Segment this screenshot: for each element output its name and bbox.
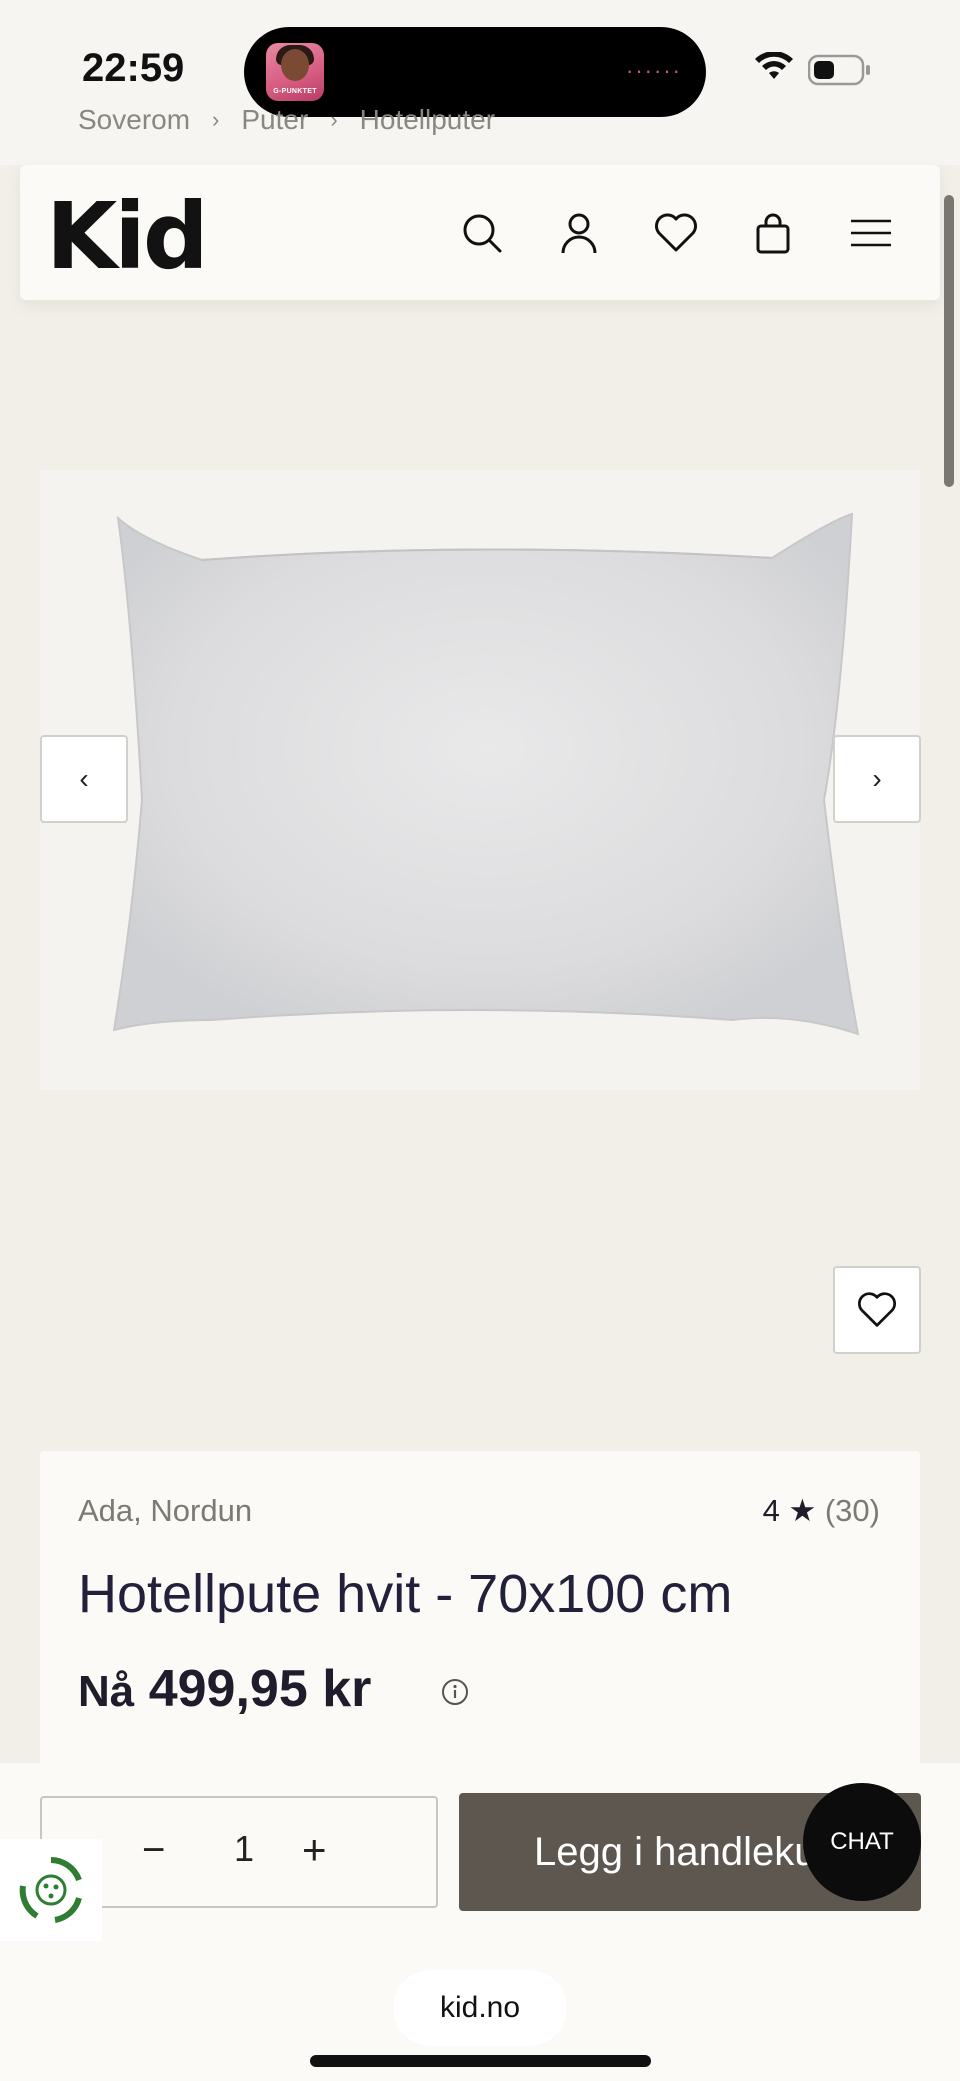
account-icon[interactable] (553, 207, 605, 259)
product-image[interactable] (72, 500, 872, 1060)
status-bar: 22:59 G-PUNKTET ······ Soverom › Puter ›… (0, 0, 960, 165)
price-prefix: Nå (78, 1667, 135, 1716)
battery-icon (808, 54, 870, 86)
wishlist-icon[interactable] (650, 207, 702, 259)
product-info-card: Ada, Nordun 4 ★ (30) Hotellpute hvit - 7… (40, 1451, 920, 1771)
product-rating[interactable]: 4 ★ (30) (763, 1493, 880, 1529)
site-logo[interactable]: Kid (46, 183, 209, 290)
recycle-icon[interactable] (0, 1839, 102, 1941)
product-price: Nå 499,95 kr (78, 1659, 371, 1719)
app-icon-face (281, 49, 309, 81)
quantity-increase-button[interactable]: + (302, 1826, 327, 1874)
quantity-decrease-button[interactable]: − (142, 1828, 165, 1873)
breadcrumb: Soverom › Puter › Hotellputer (78, 104, 495, 136)
sticky-purchase-bar: − 1 + Legg i handlekurv CHAT kid.no (0, 1763, 960, 2081)
chevron-left-icon: ‹ (79, 763, 89, 794)
info-icon[interactable] (440, 1677, 470, 1707)
clock: 22:59 (82, 46, 185, 90)
chat-button[interactable]: CHAT (803, 1783, 921, 1901)
breadcrumb-item[interactable]: Puter (241, 104, 308, 136)
breadcrumb-item[interactable]: Soverom (78, 104, 190, 136)
star-icon: ★ (788, 1493, 817, 1528)
page-scrollbar[interactable] (944, 195, 954, 487)
product-title: Hotellpute hvit - 70x100 cm (78, 1564, 733, 1624)
audio-waveform-icon: ······ (626, 58, 682, 83)
add-to-wishlist-button[interactable] (833, 1266, 921, 1354)
breadcrumb-item[interactable]: Hotellputer (360, 104, 495, 136)
wifi-icon (755, 52, 793, 79)
browser-url-bar[interactable]: kid.no (393, 1970, 567, 2046)
quantity-value[interactable]: 1 (234, 1828, 254, 1870)
live-activity-app-icon[interactable]: G-PUNKTET (266, 43, 324, 101)
chevron-right-icon: › (212, 107, 220, 132)
gallery-prev-button[interactable]: ‹ (40, 735, 128, 823)
chevron-right-icon: › (330, 107, 338, 132)
menu-icon[interactable] (845, 207, 897, 259)
home-indicator[interactable] (310, 2055, 651, 2067)
gallery-next-button[interactable]: › (833, 735, 921, 823)
product-brand[interactable]: Ada, Nordun (78, 1493, 252, 1529)
cart-icon[interactable] (747, 207, 799, 259)
site-header: Kid (20, 165, 940, 300)
heart-icon (858, 1292, 896, 1327)
rating-count: (30) (824, 1493, 880, 1528)
price-value: 499,95 kr (148, 1660, 372, 1718)
search-icon[interactable] (456, 207, 508, 259)
chevron-right-icon: › (872, 763, 882, 794)
app-icon-label: G-PUNKTET (273, 88, 317, 95)
rating-value: 4 (762, 1493, 780, 1528)
